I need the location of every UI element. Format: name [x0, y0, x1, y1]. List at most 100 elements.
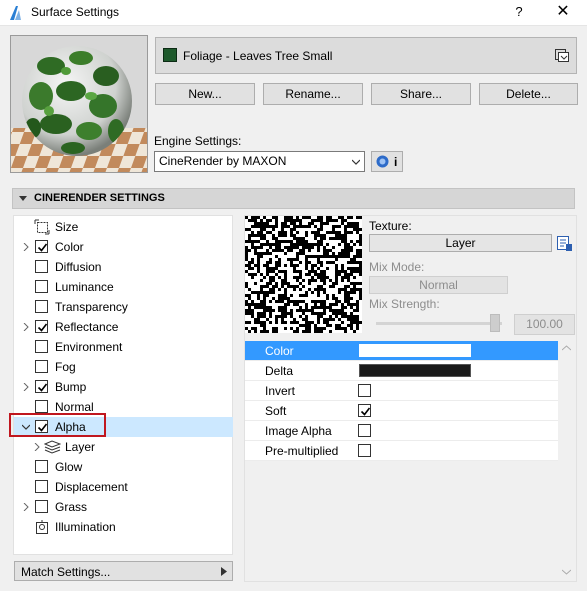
rename-button[interactable]: Rename...: [263, 83, 363, 105]
mix-strength-input[interactable]: 100.00: [514, 314, 575, 335]
channel-label-fog: Fog: [55, 360, 76, 374]
soft-checkbox[interactable]: [358, 404, 371, 417]
channel-row-fog[interactable]: Fog: [14, 357, 233, 377]
engine-info-button[interactable]: i: [371, 151, 403, 172]
channel-row-illumination[interactable]: Illumination: [14, 517, 233, 537]
new-button[interactable]: New...: [155, 83, 255, 105]
channel-label-bump: Bump: [55, 380, 87, 394]
material-selector[interactable]: Foliage - Leaves Tree Small: [155, 37, 577, 74]
mix-strength-slider-track[interactable]: [376, 322, 502, 325]
channel-row-layer[interactable]: Layer: [14, 437, 233, 457]
match-settings-label: Match Settings...: [21, 565, 111, 579]
prop-row-pre-multiplied[interactable]: Pre-multiplied: [245, 441, 558, 461]
channel-row-glow[interactable]: Glow: [14, 457, 233, 477]
channel-row-bump[interactable]: Bump: [14, 377, 233, 397]
delete-button[interactable]: Delete...: [479, 83, 578, 105]
properties-scrollbar[interactable]: [558, 341, 576, 581]
channel-row-diffusion[interactable]: Diffusion: [14, 257, 233, 277]
chevron-right-icon: [221, 567, 227, 576]
globe-icon: [376, 155, 389, 168]
channel-checkbox-diffusion[interactable]: [35, 260, 48, 273]
prop-row-delta[interactable]: Delta: [245, 361, 558, 381]
close-button[interactable]: ✕: [551, 1, 575, 23]
color-swatch-black[interactable]: [359, 364, 471, 377]
channel-label-color: Color: [55, 240, 84, 254]
prop-row-color[interactable]: Color: [245, 341, 558, 361]
material-name: Foliage - Leaves Tree Small: [183, 49, 333, 63]
prop-label-soft: Soft: [265, 404, 287, 418]
alpha-properties-table: Color Delta Invert Soft Image Alpha Pre-…: [245, 341, 558, 461]
invert-checkbox[interactable]: [358, 384, 371, 397]
prop-label-pre-multiplied: Pre-multiplied: [265, 444, 339, 458]
section-title: CINERENDER SETTINGS: [34, 192, 165, 204]
channel-label-illumination: Illumination: [55, 520, 116, 534]
channel-label-reflectance: Reflectance: [55, 320, 119, 334]
pre-multiplied-checkbox[interactable]: [358, 444, 371, 457]
channel-row-reflectance[interactable]: Reflectance: [14, 317, 233, 337]
mix-mode-select[interactable]: Normal: [369, 276, 508, 294]
channel-row-displacement[interactable]: Displacement: [14, 477, 233, 497]
image-alpha-checkbox[interactable]: [358, 424, 371, 437]
channel-checkbox-transparency[interactable]: [35, 300, 48, 313]
texture-layer-button[interactable]: Layer: [369, 234, 552, 252]
material-menu-icon[interactable]: [554, 47, 570, 63]
texture-edit-icon[interactable]: [556, 235, 573, 252]
channel-checkbox-normal[interactable]: [35, 400, 48, 413]
channel-checkbox-fog[interactable]: [35, 360, 48, 373]
title-bar: Surface Settings ? ✕: [0, 0, 587, 26]
channel-label-luminance: Luminance: [55, 280, 114, 294]
channel-checkbox-luminance[interactable]: [35, 280, 48, 293]
channel-row-transparency[interactable]: Transparency: [14, 297, 233, 317]
prop-row-soft[interactable]: Soft: [245, 401, 558, 421]
cinerender-settings-header[interactable]: CINERENDER SETTINGS: [12, 188, 575, 209]
chevron-right-icon[interactable]: [22, 383, 30, 391]
prop-label-invert: Invert: [265, 384, 296, 398]
archicad-app-icon: [10, 6, 21, 20]
share-button[interactable]: Share...: [371, 83, 471, 105]
layer-icon: [44, 440, 61, 454]
prop-label-color: Color: [265, 344, 294, 358]
channel-row-color[interactable]: Color: [14, 237, 233, 257]
size-icon: [34, 219, 50, 235]
channel-label-transparency: Transparency: [55, 300, 128, 314]
engine-settings-label: Engine Settings:: [154, 134, 242, 148]
mix-mode-label: Mix Mode:: [369, 260, 425, 274]
chevron-right-icon[interactable]: [22, 323, 30, 331]
scroll-down-icon[interactable]: [562, 569, 571, 575]
chevron-down-icon: [352, 159, 360, 165]
channel-label-environment: Environment: [55, 340, 123, 354]
channel-label-diffusion: Diffusion: [55, 260, 102, 274]
channel-checkbox-bump[interactable]: [35, 380, 48, 393]
channel-label-displacement: Displacement: [55, 480, 128, 494]
texture-preview: [245, 216, 362, 333]
engine-select[interactable]: CineRender by MAXON: [154, 151, 365, 172]
match-settings-button[interactable]: Match Settings...: [14, 561, 233, 581]
channel-label-normal: Normal: [55, 400, 94, 414]
mix-strength-slider-thumb[interactable]: [490, 314, 500, 332]
info-icon: i: [394, 155, 398, 169]
channel-label-layer: Layer: [65, 440, 96, 454]
channel-checkbox-displacement[interactable]: [35, 480, 48, 493]
channel-checkbox-reflectance[interactable]: [35, 320, 48, 333]
channel-checkbox-environment[interactable]: [35, 340, 48, 353]
material-color-swatch: [163, 48, 177, 62]
channel-row-grass[interactable]: Grass: [14, 497, 233, 517]
chevron-right-icon[interactable]: [33, 443, 41, 451]
help-button[interactable]: ?: [508, 1, 530, 23]
chevron-right-icon[interactable]: [22, 243, 30, 251]
channel-row-luminance[interactable]: Luminance: [14, 277, 233, 297]
chevron-right-icon[interactable]: [22, 503, 30, 511]
collapse-triangle-icon: [19, 196, 27, 201]
channel-checkbox-color[interactable]: [35, 240, 48, 253]
channel-row-size[interactable]: Size: [14, 217, 233, 237]
channel-checkbox-glow[interactable]: [35, 460, 48, 473]
color-swatch-white[interactable]: [359, 344, 471, 357]
channel-checkbox-grass[interactable]: [35, 500, 48, 513]
prop-row-image-alpha[interactable]: Image Alpha: [245, 421, 558, 441]
scroll-up-icon[interactable]: [562, 345, 571, 351]
prop-row-invert[interactable]: Invert: [245, 381, 558, 401]
window-title: Surface Settings: [31, 5, 120, 19]
prop-label-delta: Delta: [265, 364, 294, 378]
channel-label-glow: Glow: [55, 460, 83, 474]
channel-row-environment[interactable]: Environment: [14, 337, 233, 357]
